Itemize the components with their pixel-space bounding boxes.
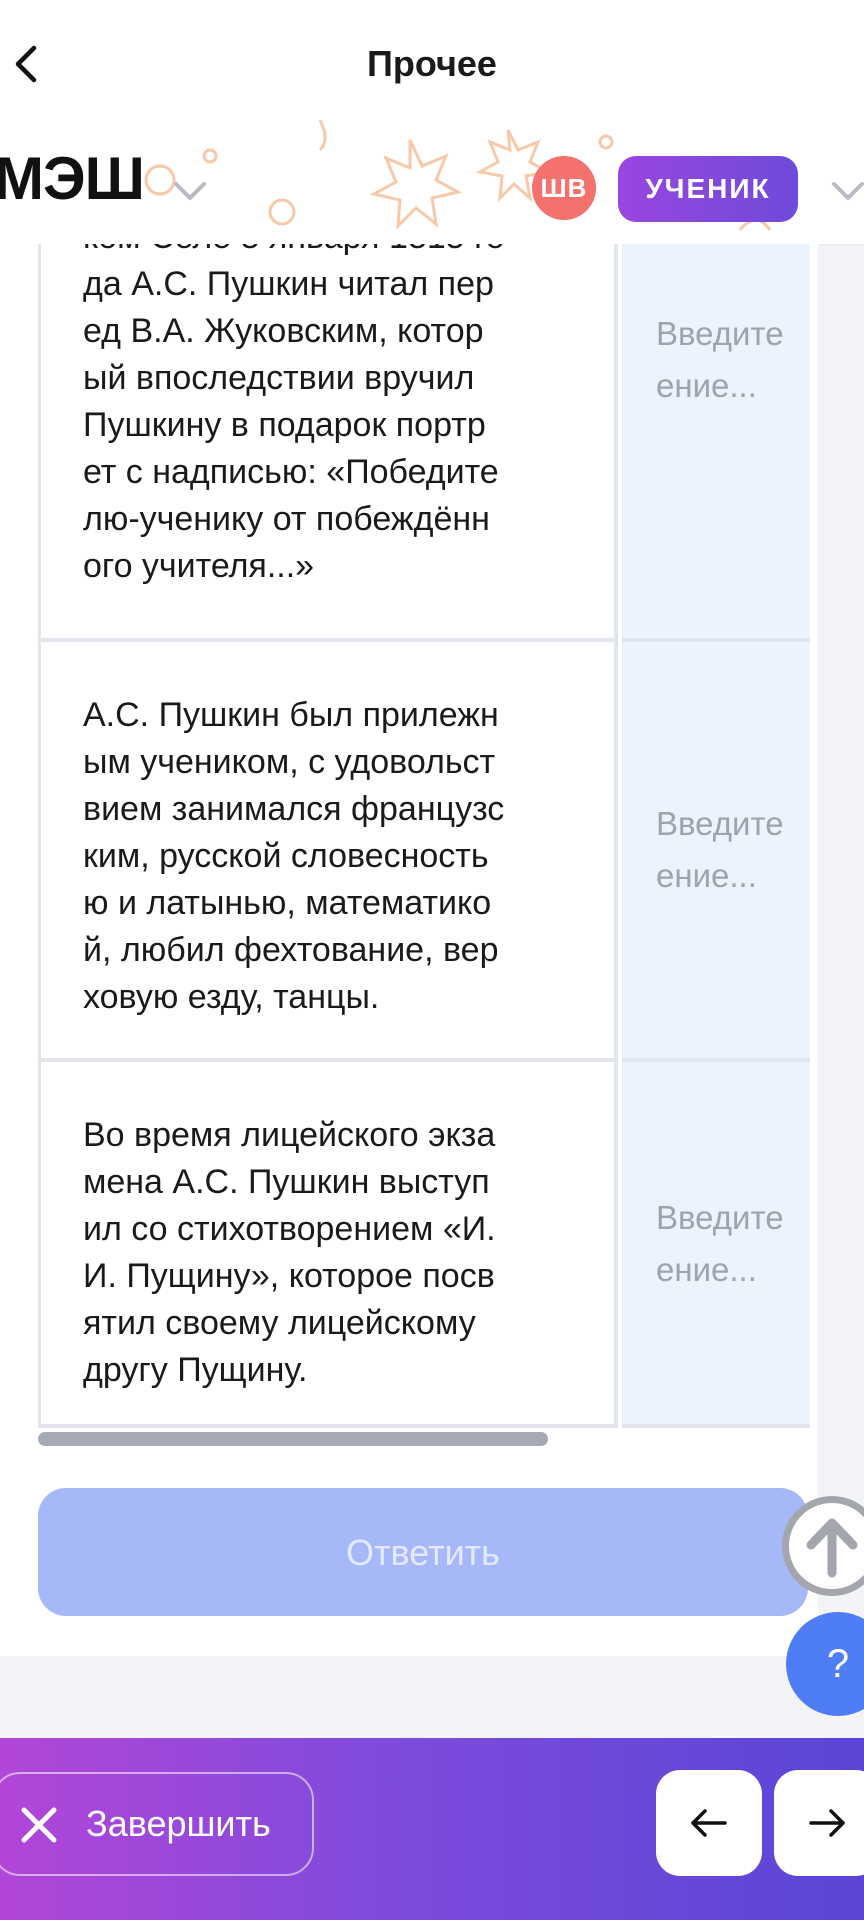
answer-input[interactable]: Введите ение... [656, 308, 810, 412]
statement-line: А.С. Пушкин был прилежн [83, 696, 499, 734]
answer-input[interactable]: Введите ение... [656, 798, 810, 902]
scroll-top-button[interactable] [782, 1496, 864, 1596]
next-button[interactable] [774, 1770, 864, 1876]
statement-line: И. Пущину», которое посв [83, 1257, 495, 1295]
prev-button[interactable] [656, 1770, 762, 1876]
answer-cell[interactable]: Введите ение... [622, 642, 810, 1062]
statement-line: ком Селе 8 января 1815 го [83, 244, 583, 261]
statement-text: А.С. Пушкин был прилежн ым учеником, с у… [83, 692, 583, 1021]
arrow-right-icon [809, 1809, 845, 1837]
statement-cell: Во время лицейского экза мена А.С. Пушки… [38, 1062, 618, 1428]
table-row: ком Селе 8 января 1815 го да А.С. Пушкин… [38, 244, 810, 642]
statement-line: Во время лицейского экза [83, 1116, 496, 1154]
finish-label: Завершить [86, 1803, 271, 1844]
table-row: А.С. Пушкин был прилежн ым учеником, с у… [38, 642, 810, 1062]
submit-button[interactable]: Ответить [38, 1488, 808, 1616]
matching-table[interactable]: ком Селе 8 января 1815 го да А.С. Пушкин… [38, 244, 810, 1428]
answer-cell[interactable]: Введите ение... [622, 1062, 810, 1428]
task-card: ком Селе 8 января 1815 го да А.С. Пушкин… [0, 244, 818, 1656]
statement-line: ый впоследствии вручил [83, 359, 475, 397]
horizontal-scrollbar[interactable] [38, 1432, 548, 1446]
statement-line: лю-ученику от побеждённ [83, 500, 490, 538]
role-button[interactable]: УЧЕНИК [618, 156, 798, 222]
table-row: Во время лицейского экза мена А.С. Пушки… [38, 1062, 810, 1428]
mesh-logo[interactable]: МЭШ [0, 144, 145, 214]
answer-cell[interactable]: Введите ение... [622, 244, 810, 642]
statement-line: ю и латынью, математико [83, 884, 492, 922]
statement-cell: ком Селе 8 января 1815 го да А.С. Пушкин… [38, 244, 618, 642]
chevron-down-icon[interactable] [170, 176, 210, 206]
statement-line: ил со стихотворением «И. [83, 1210, 496, 1248]
brand-header: МЭШ ШВ УЧЕНИК [0, 120, 864, 246]
statement-text: Во время лицейского экза мена А.С. Пушки… [83, 1112, 583, 1394]
statement-line: ого учителя...» [83, 547, 315, 585]
statement-line: другу Пущину. [83, 1351, 308, 1389]
statement-line: ым учеником, с удовольст [83, 743, 496, 781]
statement-line: ятил своему лицейскому [83, 1304, 476, 1342]
arrow-up-icon [806, 1518, 858, 1578]
statement-line: Пушкину в подарок портр [83, 406, 486, 444]
close-icon [21, 1807, 57, 1843]
page: Прочее МЭШ ШВ УЧЕНИК да А.С. Пушкин чита… [0, 0, 864, 1920]
answer-input[interactable]: Введите ение... [656, 1192, 810, 1296]
statement-line: й, любил фехтование, вер [83, 931, 499, 969]
avatar[interactable]: ШВ [532, 156, 596, 220]
statement-line: ховую езду, танцы. [83, 978, 380, 1016]
arrow-left-icon [691, 1809, 727, 1837]
statement-line: ет с надписью: «Победите [83, 453, 499, 491]
bottom-action-bar: Завершить [0, 1738, 864, 1920]
top-nav-bar: Прочее [0, 0, 864, 120]
chevron-down-icon[interactable] [828, 176, 864, 206]
statement-cell: А.С. Пушкин был прилежн ым учеником, с у… [38, 642, 618, 1062]
statement-line: ким, русской словесность [83, 837, 489, 875]
statement-text: ком Селе 8 января 1815 го да А.С. Пушкин… [83, 244, 583, 590]
statement-line: мена А.С. Пушкин выступ [83, 1163, 490, 1201]
statement-line: вием занимался французс [83, 790, 505, 828]
page-title: Прочее [367, 43, 497, 84]
statement-line: ед В.А. Жуковским, котор [83, 312, 484, 350]
finish-button[interactable]: Завершить [0, 1772, 314, 1876]
statement-line: да А.С. Пушкин читал пер [83, 265, 494, 303]
